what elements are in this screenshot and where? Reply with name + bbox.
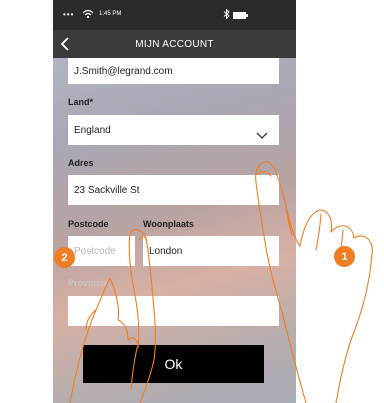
- ok-button[interactable]: Ok: [83, 345, 264, 383]
- postcode-label: Postcode: [68, 219, 109, 229]
- phone-screen: ••• 1:45 PM MIJN ACCOUNT J.Smith@legrand…: [53, 0, 296, 403]
- adres-label: Adres: [68, 158, 94, 168]
- signal-dots: •••: [63, 10, 75, 19]
- top-navigation-bar: MIJN ACCOUNT: [53, 30, 296, 58]
- woonplaats-label: Woonplaats: [143, 219, 194, 229]
- land-label: Land*: [68, 97, 94, 107]
- status-bar: ••• 1:45 PM: [53, 0, 296, 30]
- email-field[interactable]: J.Smith@legrand.com: [68, 58, 279, 84]
- page-title: MIJN ACCOUNT: [135, 39, 214, 50]
- postcode-field[interactable]: Postcode: [68, 236, 135, 266]
- status-time: 1:45 PM: [99, 11, 122, 17]
- wifi-icon: [82, 9, 94, 21]
- provincie-field[interactable]: [68, 296, 279, 326]
- woonplaats-field[interactable]: London: [143, 236, 279, 266]
- battery-icon: [233, 12, 248, 19]
- step-badge-2: 2: [54, 247, 75, 268]
- provincie-label: Provincie: [68, 278, 109, 288]
- step-badge-1: 1: [334, 246, 355, 267]
- adres-field[interactable]: 23 Sackville St: [68, 175, 279, 205]
- land-select[interactable]: England: [68, 115, 279, 145]
- chevron-down-icon[interactable]: [256, 127, 268, 139]
- bluetooth-icon: [223, 8, 230, 21]
